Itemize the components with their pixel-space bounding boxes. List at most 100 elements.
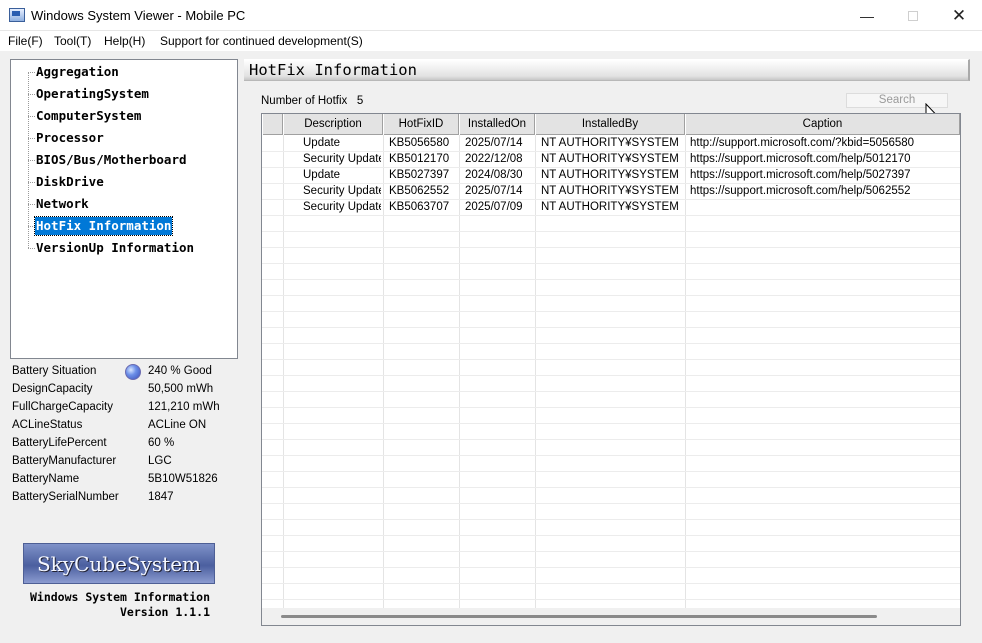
- tree-connector-line: [28, 138, 35, 139]
- tree-item-network[interactable]: Network: [35, 195, 90, 213]
- close-icon: ✕: [951, 5, 967, 25]
- battery-label: BatteryName: [12, 473, 80, 485]
- battery-row: FullChargeCapacity 121,210 mWh: [12, 401, 242, 419]
- table-cell[interactable]: Security Update: [303, 199, 381, 215]
- table-cell[interactable]: Update: [303, 167, 381, 183]
- tree-item-processor[interactable]: Processor: [35, 129, 105, 147]
- grid-line: [262, 439, 960, 440]
- close-button[interactable]: ✕: [936, 0, 982, 31]
- tree-item-diskdrive[interactable]: DiskDrive: [35, 173, 105, 191]
- table-cell[interactable]: KB5027397: [389, 167, 457, 183]
- grid-line: [535, 135, 536, 608]
- tree-connector-line: [28, 248, 35, 249]
- table-cell[interactable]: https://support.microsoft.com/help/50625…: [690, 183, 958, 199]
- table-cell[interactable]: NT AUTHORITY¥SYSTEM: [541, 167, 683, 183]
- app-icon: [9, 8, 25, 22]
- tree-item-aggregation[interactable]: Aggregation: [35, 63, 120, 81]
- battery-label: BatteryManufacturer: [12, 455, 117, 467]
- grid-line: [262, 359, 960, 360]
- battery-row: BatteryManufacturer LGC: [12, 455, 242, 473]
- row-header-corner: [262, 114, 283, 135]
- battery-row: BatteryName 5B10W51826: [12, 473, 242, 491]
- tree-connector-line: [28, 160, 35, 161]
- grid-line: [262, 311, 960, 312]
- menu-support[interactable]: Support for continued development(S): [160, 34, 363, 48]
- table-cell[interactable]: NT AUTHORITY¥SYSTEM: [541, 199, 683, 215]
- grid-line: [262, 391, 960, 392]
- battery-value: 50,500 mWh: [148, 383, 214, 395]
- battery-label: BatterySerialNumber: [12, 491, 119, 503]
- skycubesystem-logo: SkyCubeSystem: [23, 543, 215, 584]
- table-header: Description HotFixID InstalledOn InstalledB…: [262, 114, 960, 135]
- grid-line: [262, 471, 960, 472]
- battery-label: DesignCapacity: [12, 383, 93, 395]
- table-cell[interactable]: 2022/12/08: [465, 151, 533, 167]
- grid-line: [262, 327, 960, 328]
- tree-item-operatingsystem[interactable]: OperatingSystem: [35, 85, 150, 103]
- tree-item-hotfix-information[interactable]: HotFix Information: [33, 216, 174, 236]
- grid-line: [262, 295, 960, 296]
- battery-row: BatteryLifePercent 60 %: [12, 437, 242, 455]
- grid-line: [262, 519, 960, 520]
- grid-line: [262, 279, 960, 280]
- tree-item-bios-bus-motherboard[interactable]: BIOS/Bus/Motherboard: [35, 151, 188, 169]
- grid-line: [262, 343, 960, 344]
- tree-item-versionup-information[interactable]: VersionUp Information: [35, 239, 195, 257]
- column-header-installedon[interactable]: InstalledOn: [459, 114, 535, 135]
- battery-value: 240 % Good: [148, 365, 212, 377]
- table-cell[interactable]: 2025/07/09: [465, 199, 533, 215]
- grid-line: [383, 135, 384, 608]
- table-cell[interactable]: http://support.microsoft.com/?kbid=50565…: [690, 135, 958, 151]
- hotfix-table[interactable]: Description HotFixID InstalledOn InstalledB…: [261, 113, 961, 626]
- scrollbar-thumb[interactable]: [281, 615, 877, 618]
- category-tree[interactable]: Aggregation OperatingSystem ComputerSystem…: [10, 59, 238, 359]
- grid-line: [262, 583, 960, 584]
- battery-value: ACLine ON: [148, 419, 207, 431]
- table-cell[interactable]: 2025/07/14: [465, 183, 533, 199]
- battery-value: LGC: [148, 455, 172, 467]
- hotfix-count: Number of Hotfix 5: [261, 95, 363, 107]
- table-cell[interactable]: NT AUTHORITY¥SYSTEM: [541, 151, 683, 167]
- column-header-description[interactable]: Description: [283, 114, 383, 135]
- table-cell[interactable]: NT AUTHORITY¥SYSTEM: [541, 135, 683, 151]
- battery-row: Battery Situation 240 % Good: [12, 364, 242, 383]
- table-cell[interactable]: KB5062552: [389, 183, 457, 199]
- menu-help[interactable]: Help(H): [104, 34, 145, 48]
- section-header: HotFix Information: [244, 59, 970, 81]
- grid-line: [262, 375, 960, 376]
- column-header-hotfixid[interactable]: HotFixID: [383, 114, 459, 135]
- grid-line: [262, 423, 960, 424]
- grid-line: [262, 407, 960, 408]
- table-cell[interactable]: Security Update: [303, 183, 381, 199]
- horizontal-scrollbar[interactable]: [262, 608, 960, 625]
- battery-label: BatteryLifePercent: [12, 437, 107, 449]
- grid-line: [960, 135, 961, 608]
- battery-status-orb-icon: [125, 364, 141, 380]
- menu-tool[interactable]: Tool(T): [54, 34, 91, 48]
- battery-label: ACLineStatus: [12, 419, 83, 431]
- column-header-caption[interactable]: Caption: [685, 114, 960, 135]
- table-cell[interactable]: https://support.microsoft.com/help/50121…: [690, 151, 958, 167]
- column-header-installedby[interactable]: InstalledBy: [535, 114, 685, 135]
- table-cell[interactable]: NT AUTHORITY¥SYSTEM: [541, 183, 683, 199]
- table-cell[interactable]: Security Update: [303, 151, 381, 167]
- battery-label: Battery Situation: [12, 365, 97, 377]
- section-title: HotFix Information: [249, 61, 417, 79]
- battery-value: 121,210 mWh: [148, 401, 220, 413]
- table-cell[interactable]: KB5012170: [389, 151, 457, 167]
- tree-item-computersystem[interactable]: ComputerSystem: [35, 107, 142, 125]
- table-cell[interactable]: KB5063707: [389, 199, 457, 215]
- grid-line: [262, 503, 960, 504]
- table-cell[interactable]: Update: [303, 135, 381, 151]
- hotfix-count-value: 5: [356, 95, 364, 107]
- grid-line: [262, 487, 960, 488]
- menu-file[interactable]: File(F): [8, 34, 43, 48]
- minimize-button[interactable]: —: [844, 0, 890, 31]
- maximize-icon: [908, 10, 918, 21]
- table-cell[interactable]: 2024/08/30: [465, 167, 533, 183]
- table-cell[interactable]: [690, 199, 958, 215]
- table-cell[interactable]: 2025/07/14: [465, 135, 533, 151]
- table-cell[interactable]: https://support.microsoft.com/help/50273…: [690, 167, 958, 183]
- hotfix-count-label: Number of Hotfix: [261, 95, 348, 107]
- table-cell[interactable]: KB5056580: [389, 135, 457, 151]
